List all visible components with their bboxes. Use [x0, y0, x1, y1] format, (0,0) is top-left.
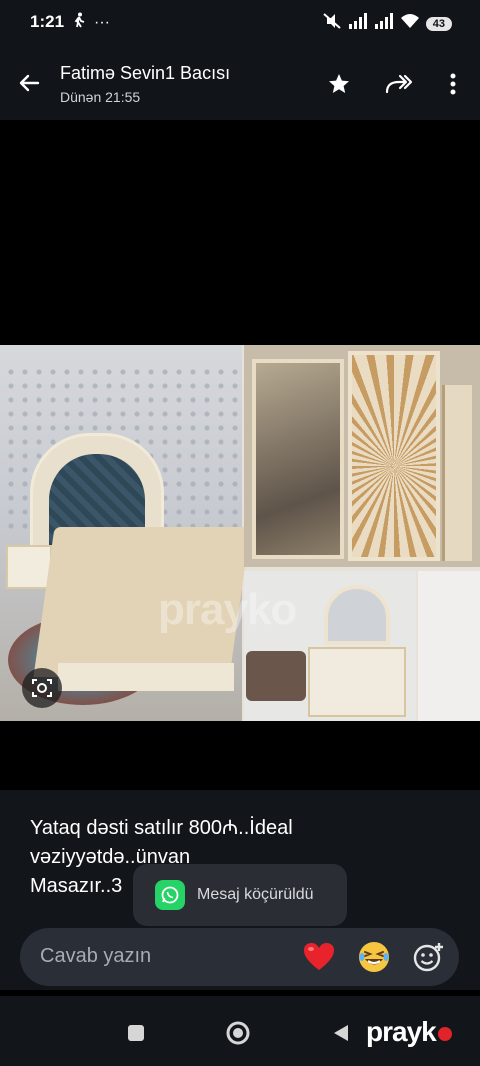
sofa	[246, 651, 306, 701]
photo-collage[interactable]: prayko	[0, 345, 480, 721]
star-icon[interactable]	[324, 69, 354, 99]
status-time: 1:21	[30, 12, 65, 31]
wardrobe-door	[348, 351, 440, 561]
app-bar: Fatimə Sevin1 Bacısı Dünən 21:55	[0, 44, 480, 120]
more-indicator: ···	[94, 13, 110, 31]
dresser-mirror	[324, 585, 390, 645]
brand-dot	[437, 1027, 452, 1041]
nightstand	[6, 545, 52, 589]
wardrobe-side	[442, 385, 472, 561]
whatsapp-icon	[155, 880, 185, 910]
mute-icon	[322, 12, 342, 35]
recents-icon[interactable]	[123, 1020, 149, 1046]
brand-logo: prayk	[366, 1016, 452, 1048]
toast-text: Mesaj köçürüldü	[197, 886, 314, 903]
status-bar: 1:21 ··· 43	[0, 0, 480, 44]
reply-bar	[20, 928, 459, 986]
wardrobe-mirror	[252, 359, 344, 559]
back-arrow-icon[interactable]	[14, 68, 44, 98]
status-right-icons: 43	[322, 12, 452, 35]
system-nav-bar: prayk	[0, 996, 480, 1066]
heart-emoji[interactable]	[302, 940, 336, 974]
more-vert-icon[interactable]	[438, 69, 468, 99]
battery-icon: 43	[425, 16, 452, 31]
wifi-icon	[400, 13, 420, 34]
watermark: prayko	[158, 585, 297, 634]
lens-icon[interactable]	[22, 668, 62, 708]
photo-edge	[418, 571, 480, 721]
signal-icon	[374, 13, 394, 34]
laughing-emoji[interactable]	[357, 940, 391, 974]
wardrobe-photo	[244, 345, 480, 567]
toast: Mesaj köçürüldü	[133, 864, 347, 926]
timestamp: Dünən 21:55	[60, 89, 141, 105]
home-icon[interactable]	[225, 1020, 251, 1046]
reply-input[interactable]	[40, 945, 290, 968]
status-left-icons: ···	[72, 12, 110, 33]
bedroom-photo	[0, 345, 251, 721]
signal-icon	[348, 13, 368, 34]
brand-text: prayk	[366, 1016, 437, 1047]
walk-icon	[72, 12, 86, 33]
add-emoji-icon[interactable]	[412, 940, 446, 974]
back-triangle-icon[interactable]	[328, 1020, 354, 1046]
dresser	[308, 647, 406, 717]
page-title: Fatimə Sevin1 Bacısı	[60, 63, 231, 83]
bed-base	[58, 663, 234, 691]
forward-icon[interactable]	[384, 69, 414, 99]
